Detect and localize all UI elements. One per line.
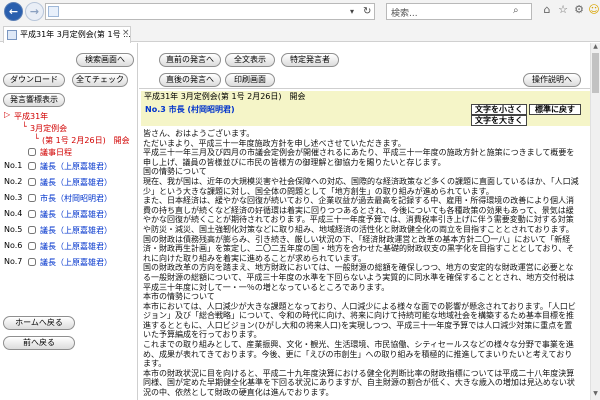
star-icon[interactable]: ☆: [556, 3, 570, 17]
tree-day[interactable]: (第 1号 2月26日) 開会: [42, 135, 130, 146]
speech-paragraph: 平成三十一年三月及び四月の市議会定例会が開催されるにあたり、平成三十一年度の施政…: [143, 148, 575, 167]
gear-icon[interactable]: ⚙: [572, 3, 586, 17]
right-pane: 直前の発言へ 全文表示 特定発言者 直後の発言へ 印刷画面 操作説明へ 平成31…: [139, 43, 600, 400]
speech-paragraph: 国の情勢について: [143, 167, 207, 177]
speech-paragraph: 本市においては、人口減少が大きな課題となっており、人口減少による様々な面での影響…: [143, 301, 576, 340]
speech-paragraph: 国の財政は債務残高が膨らみ、引き続き、厳しい状況の下、「経済財政運営と改革の基本…: [143, 234, 575, 263]
scrollbar[interactable]: ▲ ▼: [590, 43, 600, 400]
list-item[interactable]: 議長（上原嘉雄君）: [40, 241, 112, 252]
pane-divider[interactable]: [137, 43, 138, 400]
speech-paragraph: ただいまより、平成三十一年度施政方針を申し述べさせていただきます。: [143, 138, 406, 148]
speech-text: 皆さん、おはようございます。 ただいまより、平成三十一年度施政方針を申し述べさせて…: [143, 129, 579, 400]
chevron-down-icon[interactable]: ▾: [350, 4, 354, 19]
scroll-thumb[interactable]: [592, 53, 599, 93]
speaker-header: No.3 市長 (村岡昭明君) 文字を小さく 標準に戻す 文字を大きく: [141, 103, 591, 126]
help-button[interactable]: 操作説明へ: [523, 73, 581, 87]
list-item-checkbox[interactable]: [28, 194, 36, 202]
search-placeholder: 検索...: [391, 9, 418, 19]
prev-speaker-button[interactable]: 直前の発言へ: [159, 53, 221, 67]
left-pane: 検索画面へ ダウンロード 全てチェック 発言響標表示 ▷ 平成31年 └ 3月定…: [0, 43, 136, 400]
list-item[interactable]: 議長（上原嘉雄君）: [40, 161, 112, 172]
list-item[interactable]: 市長（村岡昭明君）: [40, 193, 112, 204]
tab-page-icon: [7, 30, 17, 40]
list-item-checkbox[interactable]: [28, 242, 36, 250]
tree-expand-icon[interactable]: ▷: [4, 110, 10, 119]
forward-button[interactable]: →: [25, 2, 44, 21]
speech-paragraph: 本市の情勢について: [143, 292, 215, 302]
font-smaller-button[interactable]: 文字を小さく: [471, 104, 527, 115]
schedule-checkbox[interactable]: [28, 148, 36, 156]
tab-title: 平成31年 3月定例会(第 1号 ...: [20, 30, 131, 39]
scroll-up-icon[interactable]: ▲: [591, 43, 600, 52]
speech-paragraph: また、日本経済は、緩やかな回復が続いており、企業収益が過去最高を記録する中、雇用…: [143, 196, 575, 234]
speech-paragraph: 現在、我が国は、近年の大規模災害や社会保障への対応、国際的な経済政策など多くの課…: [143, 176, 579, 196]
print-button[interactable]: 印刷画面: [225, 73, 275, 87]
list-item-number: No.1: [4, 161, 23, 170]
list-item-number: No.3: [4, 193, 23, 202]
check-all-button[interactable]: 全てチェック: [72, 73, 128, 87]
tree-schedule[interactable]: 議事日程: [40, 147, 72, 158]
download-button[interactable]: ダウンロード: [3, 73, 65, 87]
home-button[interactable]: ホームへ戻る: [3, 316, 75, 330]
next-speaker-button[interactable]: 直後の発言へ: [159, 73, 221, 87]
tree-year[interactable]: 平成31年: [14, 111, 48, 122]
font-larger-button[interactable]: 文字を大きく: [471, 115, 527, 126]
speaker-label: No.3 市長 (村岡昭明君): [145, 105, 235, 114]
tree-session[interactable]: 3月定例会: [30, 123, 67, 134]
search-input[interactable]: 検索... ⌕: [386, 3, 532, 20]
list-item-checkbox[interactable]: [28, 178, 36, 186]
list-item-checkbox[interactable]: [28, 258, 36, 266]
scroll-down-icon[interactable]: ▼: [591, 390, 600, 399]
page-icon: [48, 6, 59, 17]
back-button[interactable]: ←: [4, 2, 23, 21]
tree-session-branch: └: [22, 122, 27, 131]
prev-page-button[interactable]: 前へ戻る: [3, 336, 75, 350]
list-item[interactable]: 議長（上原嘉雄君）: [40, 225, 112, 236]
list-item[interactable]: 議長（上原嘉雄君）: [40, 209, 112, 220]
page-content: 検索画面へ ダウンロード 全てチェック 発言響標表示 ▷ 平成31年 └ 3月定…: [0, 43, 600, 400]
list-item-number: No.5: [4, 225, 23, 234]
list-item[interactable]: 議長（上原嘉雄君）: [40, 177, 112, 188]
close-icon[interactable]: ×: [122, 28, 130, 38]
list-item[interactable]: 議長（上原嘉雄君）: [40, 257, 112, 268]
list-item-number: No.6: [4, 241, 23, 250]
list-item-number: No.2: [4, 177, 23, 186]
all-text-button[interactable]: 全文表示: [225, 53, 275, 67]
list-item-number: No.7: [4, 257, 23, 266]
browser-chrome: ← → ▾ ↻ 検索... ⌕ ⌂ ☆ ⚙ ☺ 平成31年 3月定例会(第 1号…: [0, 0, 600, 43]
refresh-icon[interactable]: ↻: [363, 4, 371, 19]
tree-day-branch: └: [34, 134, 39, 143]
speech-paragraph: これまでの取り組みとして、産業振興、文化・観光、生活環境、市民協働、シティセール…: [143, 340, 574, 369]
smile-icon[interactable]: ☺: [587, 3, 600, 17]
list-item-checkbox[interactable]: [28, 162, 36, 170]
home-icon[interactable]: ⌂: [540, 3, 554, 17]
font-reset-button[interactable]: 標準に戻す: [529, 104, 581, 115]
meeting-title: 平成31年 3月定例会(第 1号 2月26日) 開会: [141, 91, 591, 103]
list-item-number: No.4: [4, 209, 23, 218]
list-item-checkbox[interactable]: [28, 210, 36, 218]
specific-speaker-button[interactable]: 特定発言者: [281, 53, 339, 67]
speech-paragraph: 皆さん、おはようございます。: [143, 129, 255, 138]
speech-paragraph: 国の財政改革の方向を踏まえ、地方財政においては、一般財源の総額を確保しつつ、地方…: [143, 263, 575, 292]
separator: [139, 88, 594, 89]
speaker-list-button[interactable]: 発言響標表示: [3, 93, 65, 107]
address-bar[interactable]: ▾ ↻: [45, 3, 375, 20]
search-screen-button[interactable]: 検索画面へ: [76, 53, 134, 67]
search-icon[interactable]: ⌕: [513, 5, 519, 16]
browser-tab[interactable]: 平成31年 3月定例会(第 1号 ... ×: [3, 26, 131, 43]
speech-paragraph: 本市の財政状況に目を向けると、平成二十九年度決算における健全化判断比率の財政指標…: [143, 368, 575, 398]
list-item-checkbox[interactable]: [28, 226, 36, 234]
